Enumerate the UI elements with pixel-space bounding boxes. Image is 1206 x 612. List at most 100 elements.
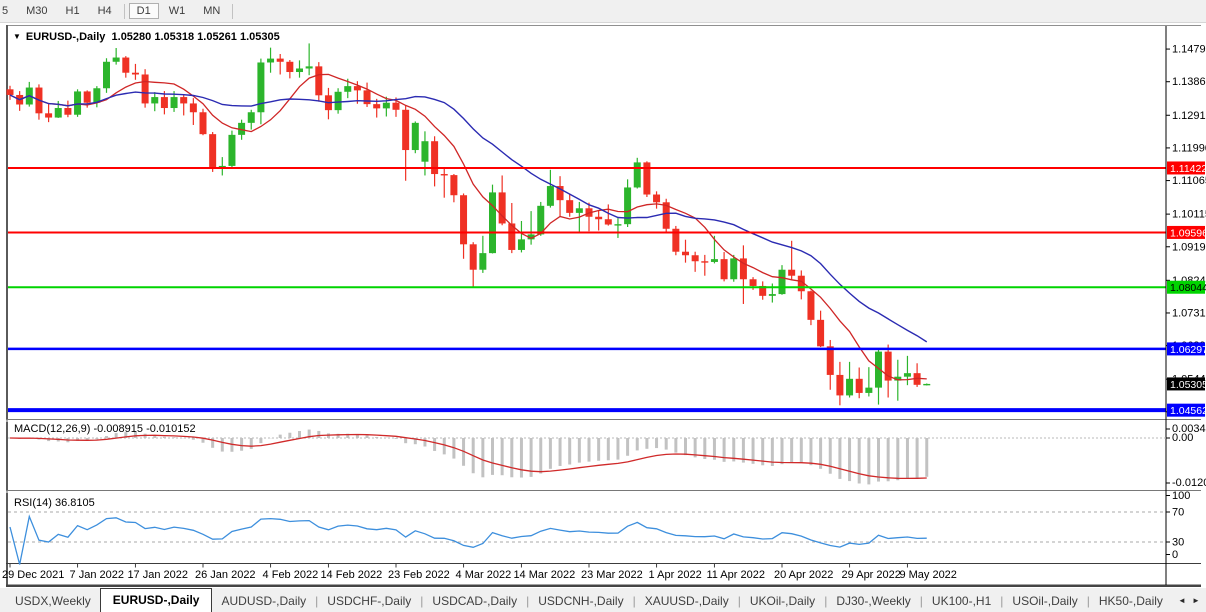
candle [248,112,255,123]
time-axis-label: 29 Apr 2022 [842,569,901,581]
mt4-window: { "toolbar": { "items": [ {"label":"5","… [0,0,1206,612]
timeframe-d1[interactable]: D1 [129,3,159,19]
candle [412,123,419,150]
rsi-axis-label: 0 [1172,549,1178,561]
candle [479,253,486,270]
candle [180,97,187,103]
time-axis-label: 17 Jan 2022 [127,569,188,581]
candle [441,174,448,175]
candle [383,103,390,109]
candle [614,224,621,225]
candle [470,244,477,269]
time-axis-label: 11 Apr 2022 [706,569,765,581]
timeframe-5[interactable]: 5 [0,3,16,19]
candle [846,379,853,396]
price-badge-label: 1.09596 [1170,227,1206,239]
rsi-axis-label: 100 [1172,490,1190,502]
candle [460,195,467,244]
tab-dj30-weekly[interactable]: DJ30-,Weekly [827,590,919,612]
candle [402,110,409,150]
timeframe-mn[interactable]: MN [195,3,228,19]
ma-slow-line [10,92,927,342]
tab-usdchf-daily[interactable]: USDCHF-,Daily [318,590,420,612]
candle [122,58,129,73]
candle [161,97,168,108]
candle [373,104,380,108]
chart-ohlc-values: 1.05280 1.05318 1.05261 1.05305 [112,31,280,43]
timeframe-h4[interactable]: H4 [90,3,120,19]
candle [807,291,814,320]
candle [817,320,824,346]
candle [682,252,689,256]
time-axis-label: 20 Apr 2022 [774,569,833,581]
candle [267,59,274,63]
candle [113,58,120,62]
toolbar-separator [124,4,125,19]
candle [45,113,52,117]
price-axis-label: 1.14790 [1172,44,1206,56]
candle [315,66,322,95]
candle [865,388,872,393]
time-axis-label: 14 Mar 2022 [513,569,575,581]
candle [431,141,438,174]
tab-ukoil-daily[interactable]: UKOil-,Daily [741,590,824,612]
tab-scroll-right-icon[interactable]: ► [1192,596,1200,605]
candle [701,261,708,262]
timeframe-h1[interactable]: H1 [58,3,88,19]
time-axis-label: 4 Feb 2022 [263,569,319,581]
candle [84,91,91,102]
rsi-axis-label: 30 [1172,537,1184,549]
candle [296,68,303,72]
rsi-axis-label: 70 [1172,507,1184,519]
symbol-tabs: USDX,WeeklyEURUSD-,DailyAUDUSD-,Daily|US… [0,588,1174,612]
price-axis-label: 1.13865 [1172,76,1206,88]
candle [142,74,149,103]
price-axis-label: 1.09190 [1172,241,1206,253]
price-axis-label: 1.11065 [1172,175,1206,187]
candle [64,108,71,115]
time-axis-label: 23 Mar 2022 [581,569,643,581]
price-axis-label: 1.11990 [1172,142,1206,154]
candle [93,88,100,102]
timeframe-m30[interactable]: M30 [18,3,55,19]
tab-eurusd-daily[interactable]: EURUSD-,Daily [100,588,213,612]
tab-hk50-daily[interactable]: HK50-,Daily [1090,590,1172,612]
tab-scroll-left-icon[interactable]: ◄ [1178,596,1186,605]
tab-uk100-h1[interactable]: UK100-,H1 [923,590,1000,612]
chevron-down-icon[interactable]: ▼ [13,32,21,41]
candle [200,112,207,134]
candle [904,373,911,377]
candle [769,294,776,296]
tab-usoil-daily[interactable]: USOil-,Daily [1003,590,1086,612]
candle [788,270,795,276]
candle [856,379,863,393]
price-badge-label: 1.06297 [1170,344,1206,356]
symbol-tabbar: USDX,WeeklyEURUSD-,DailyAUDUSD-,Daily|US… [0,588,1206,612]
candle [721,259,728,279]
candle [653,195,660,203]
candle [190,103,197,112]
ma-fast-line [10,74,927,379]
timeframe-w1[interactable]: W1 [161,3,194,19]
tab-audusd-daily[interactable]: AUDUSD-,Daily [212,590,315,612]
rsi-line [10,517,927,565]
candle [730,258,737,279]
chart-symbol-label: EURUSD-,Daily [26,31,105,43]
price-badge-label: 1.08044 [1170,282,1206,294]
macd-axis-label: -0.01205 [1172,477,1206,489]
toolbar-separator [232,4,233,19]
candle [74,91,81,114]
chart-window-bottom-border [6,585,1201,588]
candle [566,200,573,213]
tab-xauusd-daily[interactable]: XAUUSD-,Daily [636,590,738,612]
candle [344,86,351,92]
candle [711,259,718,262]
price-axis-label: 1.07315 [1172,307,1206,319]
time-axis-label: 23 Feb 2022 [388,569,450,581]
tab-usdx-weekly[interactable]: USDX,Weekly [6,590,100,612]
tab-usdcnh-daily[interactable]: USDCNH-,Daily [529,590,632,612]
candle [634,162,641,187]
tab-usdcad-daily[interactable]: USDCAD-,Daily [423,590,526,612]
candle [450,175,457,195]
candle [779,270,786,294]
